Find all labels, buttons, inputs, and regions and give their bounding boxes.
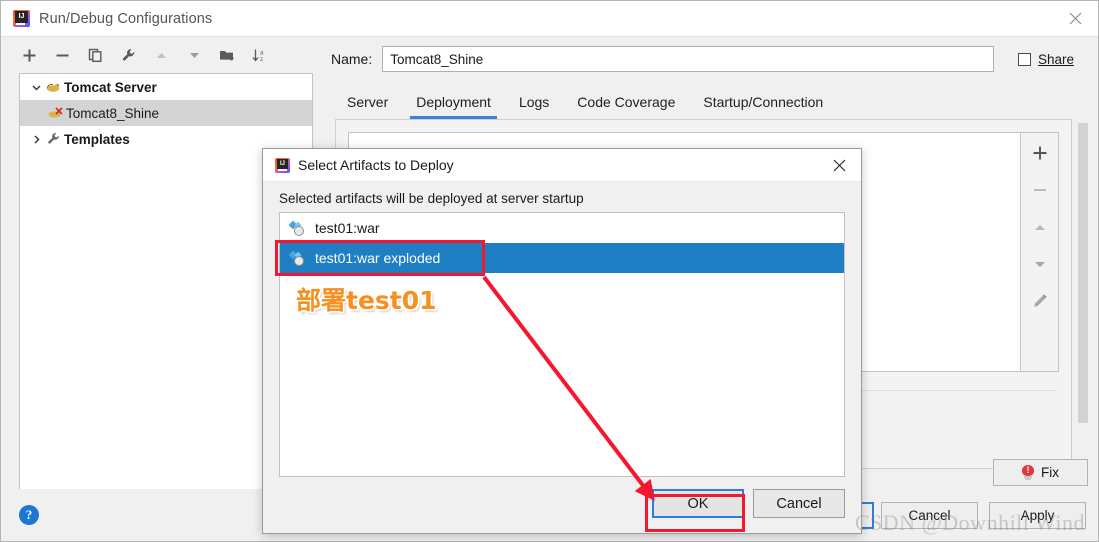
triangle-up-icon[interactable] (151, 45, 171, 65)
tab-startup-connection[interactable]: Startup/Connection (689, 94, 837, 119)
name-input[interactable]: Tomcat8_Shine (382, 46, 994, 72)
tab-code-coverage[interactable]: Code Coverage (563, 94, 689, 119)
close-icon[interactable] (1052, 1, 1098, 36)
select-artifacts-dialog: Select Artifacts to Deploy Selected arti… (262, 148, 862, 534)
intellij-idea-logo-icon (275, 157, 290, 173)
close-icon[interactable] (817, 149, 861, 182)
copy-icon[interactable] (85, 45, 105, 65)
dialog-body: Selected artifacts will be deployed at s… (263, 182, 861, 477)
triangle-up-icon[interactable] (1030, 217, 1050, 237)
minus-icon[interactable] (1030, 180, 1050, 200)
dialog-hint-text: Selected artifacts will be deployed at s… (279, 191, 584, 206)
window-title: Run/Debug Configurations (39, 10, 213, 27)
dialog-footer: OK Cancel (263, 477, 861, 533)
cancel-button[interactable]: Cancel (881, 502, 978, 529)
deployment-list-toolbar (1020, 133, 1058, 371)
folder-add-icon[interactable] (217, 45, 237, 65)
minus-icon[interactable] (52, 45, 72, 65)
tomcat-icon (44, 80, 62, 94)
dialog-ok-button[interactable]: OK (652, 489, 744, 518)
artifact-icon (288, 220, 306, 236)
sidebar-item-tomcat8-shine[interactable]: Tomcat8_Shine (20, 100, 312, 126)
name-row: Name: Tomcat8_Shine Share (323, 37, 1098, 81)
help-icon[interactable]: ? (19, 505, 39, 525)
intellij-idea-logo-icon (13, 10, 30, 27)
plus-icon[interactable] (19, 45, 39, 65)
sidebar-item-label: Templates (64, 131, 130, 147)
tab-deployment[interactable]: Deployment (402, 94, 505, 119)
share-checkbox[interactable] (1017, 52, 1031, 66)
sidebar-item-label: Tomcat8_Shine (66, 105, 160, 121)
list-item-label: test01:war exploded (315, 250, 441, 266)
dialog-title: Select Artifacts to Deploy (298, 157, 454, 173)
pencil-icon[interactable] (1030, 291, 1050, 311)
artifact-icon (288, 250, 306, 266)
sidebar-item-tomcat-server[interactable]: Tomcat Server (20, 74, 312, 100)
fix-button-label: Fix (1041, 465, 1059, 480)
chevron-down-icon[interactable] (28, 82, 44, 93)
share-checkbox-group[interactable]: Share (1017, 51, 1074, 67)
triangle-down-icon[interactable] (1030, 254, 1050, 274)
tab-server[interactable]: Server (333, 94, 402, 119)
share-label: Share (1037, 51, 1074, 67)
apply-button[interactable]: Apply (989, 502, 1086, 529)
vertical-scrollbar[interactable] (1078, 119, 1088, 469)
scrollbar-thumb[interactable] (1078, 123, 1088, 423)
tab-logs[interactable]: Logs (505, 94, 563, 119)
list-item-label: test01:war (315, 220, 380, 236)
tomcat-error-icon (46, 106, 64, 120)
plus-icon[interactable] (1030, 143, 1050, 163)
sidebar-item-label: Tomcat Server (64, 79, 157, 95)
configurations-toolbar: a z (1, 37, 323, 73)
list-item[interactable]: test01:war exploded (280, 243, 844, 273)
window-title-bar: Run/Debug Configurations (1, 1, 1098, 37)
wrench-icon (44, 132, 62, 146)
artifacts-list[interactable]: test01:war test01:war exploded (279, 212, 845, 477)
triangle-down-icon[interactable] (184, 45, 204, 65)
warning-bulb-icon (1022, 465, 1034, 480)
dialog-title-bar: Select Artifacts to Deploy (263, 149, 861, 182)
list-item[interactable]: test01:war (280, 213, 844, 243)
fix-button[interactable]: Fix (993, 459, 1088, 486)
svg-text:z: z (260, 57, 263, 63)
wrench-icon[interactable] (118, 45, 138, 65)
dialog-cancel-button[interactable]: Cancel (753, 489, 845, 518)
chevron-right-icon[interactable] (28, 134, 44, 145)
name-label: Name: (331, 51, 373, 67)
svg-text:a: a (260, 50, 264, 56)
config-tabs: Server Deployment Logs Code Coverage Sta… (323, 81, 1098, 119)
sort-az-icon[interactable]: a z (250, 45, 270, 65)
